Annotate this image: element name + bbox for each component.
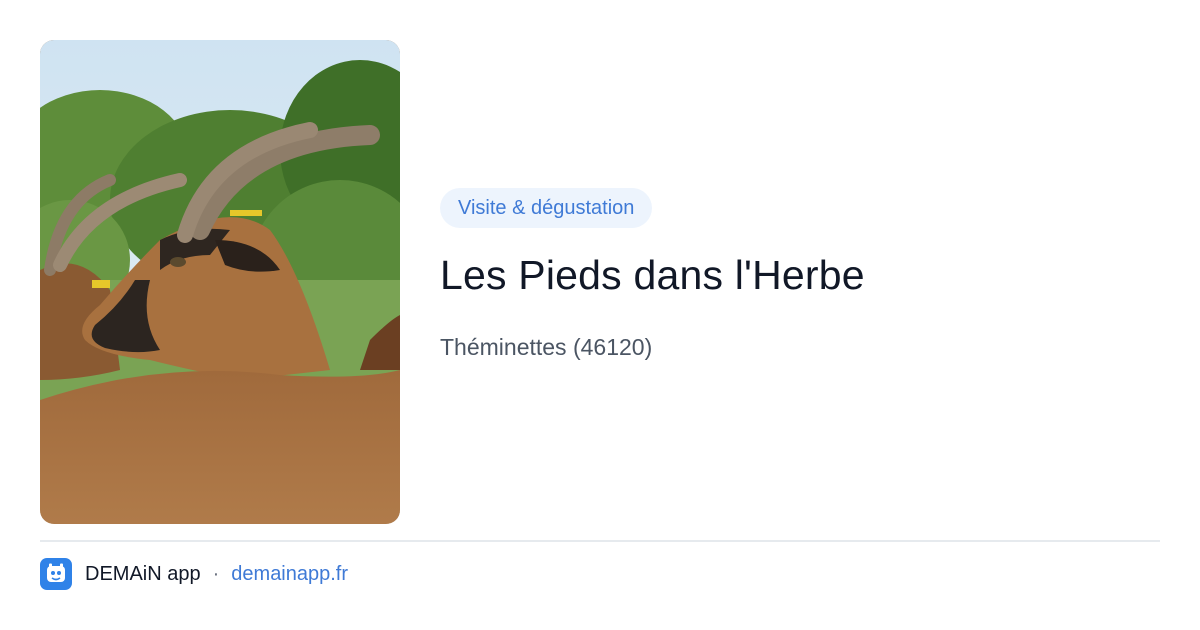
demain-app-icon — [40, 558, 72, 590]
footer: DEMAiN app · demainapp.fr — [40, 558, 348, 590]
footer-separator: · — [212, 562, 220, 585]
app-name: DEMAiN app — [85, 562, 201, 585]
listing-title: Les Pieds dans l'Herbe — [440, 252, 865, 298]
footer-divider — [40, 540, 1160, 542]
card-photo — [40, 40, 400, 524]
app-url-link[interactable]: demainapp.fr — [231, 563, 348, 586]
listing-info: Visite & dégustation Les Pieds dans l'He… — [440, 188, 1160, 362]
category-badge: Visite & dégustation — [440, 188, 653, 228]
listing-location: Théminettes (46120) — [440, 334, 653, 360]
